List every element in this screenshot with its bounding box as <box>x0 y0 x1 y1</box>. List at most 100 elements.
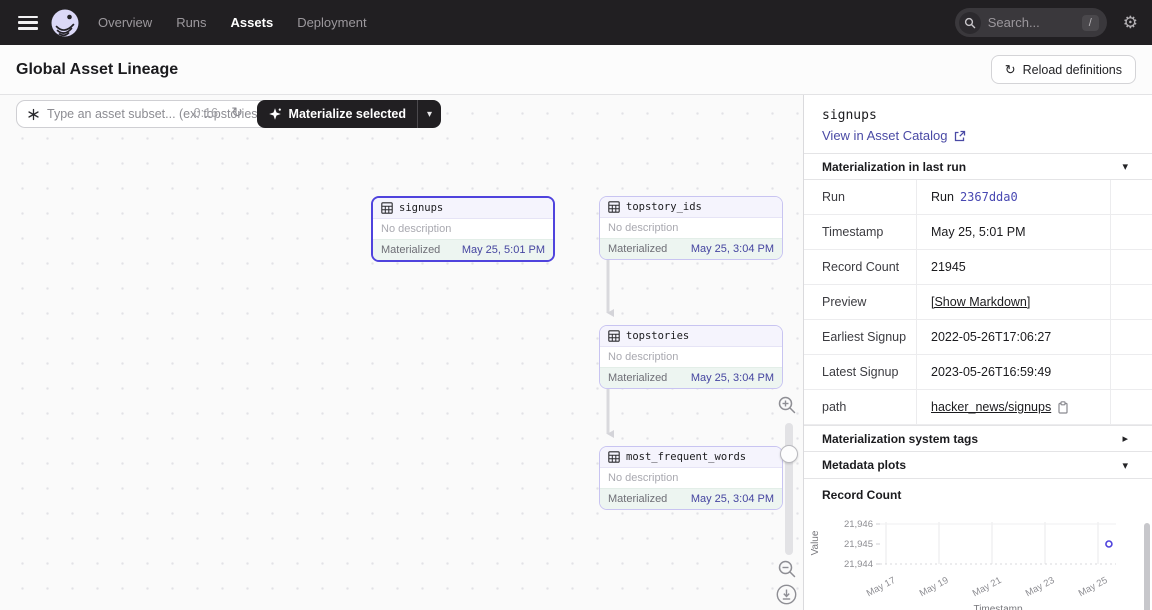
detail-value: 2022-05-26T17:06:27 <box>931 330 1051 344</box>
asset-node-header: topstories <box>600 326 782 347</box>
materialization-status: Materialized <box>608 493 667 505</box>
svg-text:21,944: 21,944 <box>844 559 873 570</box>
detail-row-path: path hacker_news/signups <box>804 390 1152 425</box>
zoom-out-icon[interactable] <box>777 559 797 579</box>
materialize-selected-button[interactable]: Materialize selected ▾ <box>257 100 441 128</box>
detail-spare-cell <box>1111 285 1152 319</box>
reload-definitions-label: Reload definitions <box>1023 63 1122 77</box>
detail-label: Timestamp <box>804 215 917 249</box>
scatter-plot: May 17May 19May 21May 23May 2521,94621,9… <box>806 504 1151 610</box>
detail-spare-cell <box>1111 390 1152 424</box>
detail-row-timestamp: Timestamp May 25, 5:01 PM <box>804 215 1152 250</box>
selected-asset-name: signups <box>822 108 1134 123</box>
detail-row-run: RunRun 2367dda0 <box>804 180 1152 215</box>
asset-node-name: signups <box>399 202 443 214</box>
view-in-asset-catalog-link[interactable]: View in Asset Catalog <box>822 128 1134 143</box>
detail-row-preview: Preview[Show Markdown] <box>804 285 1152 320</box>
path-link[interactable]: hacker_news/signups <box>931 400 1051 414</box>
asset-subset-input[interactable] <box>47 107 284 121</box>
zoom-slider-track[interactable] <box>785 423 793 555</box>
detail-label: Earliest Signup <box>804 320 917 354</box>
detail-label: Record Count <box>804 250 917 284</box>
nav-tabs: Overview Runs Assets Deployment <box>98 15 367 30</box>
detail-value: May 25, 5:01 PM <box>931 225 1026 239</box>
zoom-in-icon[interactable] <box>777 395 797 415</box>
tab-overview[interactable]: Overview <box>98 15 152 30</box>
tab-assets[interactable]: Assets <box>231 15 274 30</box>
page-title: Global Asset Lineage <box>16 61 178 79</box>
asset-node-topstories[interactable]: topstoriesNo description Materialized May … <box>599 325 783 389</box>
materialization-timestamp[interactable]: May 25, 3:04 PM <box>691 493 774 505</box>
table-icon <box>381 202 393 214</box>
materialization-timestamp[interactable]: May 25, 3:04 PM <box>691 243 774 255</box>
asset-node-name: most_frequent_words <box>626 451 746 463</box>
metadata-plot-title: Record Count <box>804 479 1152 504</box>
reload-icon: ↻ <box>1005 62 1016 78</box>
asset-node-description: No description <box>600 218 782 238</box>
zoom-slider-handle[interactable] <box>780 445 798 463</box>
chevron-right-icon: ▸ <box>1122 432 1128 445</box>
section-metadata-plots[interactable]: Metadata plots ▾ <box>804 452 1152 479</box>
detail-spare-cell <box>1111 320 1152 354</box>
asset-node-header: topstory_ids <box>600 197 782 218</box>
graph-toolbar: 0:16 ↻ Materialize selected ▾ <box>0 100 803 128</box>
asset-node-most_frequent_words[interactable]: most_frequent_wordsNo descriptionMateria… <box>599 446 783 510</box>
tab-deployment[interactable]: Deployment <box>297 15 366 30</box>
detail-row-latest-signup: Latest Signup2023-05-26T16:59:49 <box>804 355 1152 390</box>
svg-text:Timestamp: Timestamp <box>973 604 1023 610</box>
copy-clipboard-icon[interactable] <box>1057 401 1069 414</box>
table-icon <box>608 201 620 213</box>
settings-gear-icon[interactable]: ⚙ <box>1123 14 1138 31</box>
asset-graph-icon <box>27 108 40 121</box>
sidebar-scrollbar[interactable] <box>1144 523 1150 610</box>
asset-node-materialization: MaterializedMay 25, 3:04 PM <box>600 238 782 259</box>
detail-value: 21945 <box>931 260 966 274</box>
show-markdown-link[interactable]: [Show Markdown] <box>931 295 1030 309</box>
asset-node-description: No description <box>600 468 782 488</box>
section-last-run-label: Materialization in last run <box>822 160 966 174</box>
section-materialization-last-run[interactable]: Materialization in last run ▾ <box>804 153 1152 180</box>
asset-node-materialization: Materialized May 25, 5:01 PM <box>373 239 553 260</box>
view-in-asset-catalog-label: View in Asset Catalog <box>822 128 948 143</box>
materialization-status: Materialized <box>608 372 667 384</box>
detail-spare-cell <box>1111 180 1152 214</box>
asset-node-description: No description <box>600 347 782 367</box>
search-input[interactable]: Search... / <box>955 8 1107 37</box>
detail-label: path <box>804 390 917 424</box>
svg-text:21,945: 21,945 <box>844 539 873 550</box>
reload-definitions-button[interactable]: ↻ Reload definitions <box>991 55 1136 84</box>
asset-node-header: signups <box>373 198 553 219</box>
run-id-link[interactable]: 2367dda0 <box>960 190 1018 204</box>
asset-node-name: topstory_ids <box>626 201 702 213</box>
asset-node-header: most_frequent_words <box>600 447 782 468</box>
asset-node-signups[interactable]: signupsNo descriptionMaterializedMay 25,… <box>371 196 555 262</box>
detail-row-record-count: Record Count 21945 <box>804 250 1152 285</box>
asset-node-materialization: Materialized May 25, 3:04 PM <box>600 488 782 509</box>
materialize-selected-label: Materialize selected <box>289 107 406 121</box>
refresh-icon[interactable]: ↻ <box>231 104 243 121</box>
hamburger-menu-icon[interactable] <box>18 16 38 30</box>
data-point[interactable] <box>1106 541 1112 547</box>
materialize-dropdown-caret[interactable]: ▾ <box>418 109 441 120</box>
asset-node-materialization: Materialized May 25, 3:04 PM <box>600 367 782 388</box>
section-system-tags[interactable]: Materialization system tags ▸ <box>804 425 1152 452</box>
sparkle-icon <box>268 107 282 121</box>
detail-spare-cell <box>1111 355 1152 389</box>
asset-node-topstory_ids[interactable]: topstory_ids No descriptionMaterializedMa… <box>599 196 783 260</box>
chevron-down-icon: ▾ <box>1122 160 1128 173</box>
record-count-chart: May 17May 19May 21May 23May 2521,94621,9… <box>804 504 1152 610</box>
tab-runs[interactable]: Runs <box>176 15 206 30</box>
asset-subset-filter[interactable] <box>16 100 295 128</box>
asset-graph-panel[interactable]: 0:16 ↻ Materialize selected ▾ <box>0 95 803 610</box>
search-placeholder: Search... <box>988 15 1082 30</box>
zoom-to-fit-icon[interactable] <box>776 584 797 605</box>
detail-row-earliest-signup: Earliest Signup 2022-05-26T17:06:27 <box>804 320 1152 355</box>
detail-value: 2023-05-26T16:59:49 <box>931 365 1051 379</box>
materialization-timestamp[interactable]: May 25, 3:04 PM <box>691 372 774 384</box>
materialization-status: Materialized <box>381 244 440 256</box>
external-link-icon <box>954 130 966 142</box>
dagster-logo-icon[interactable] <box>50 8 80 38</box>
materialization-timestamp[interactable]: May 25, 5:01 PM <box>462 244 545 256</box>
chevron-down-icon: ▾ <box>1122 459 1128 472</box>
materialization-details-table: RunRun 2367dda0Timestamp May 25, 5:01 PM R… <box>804 180 1152 425</box>
